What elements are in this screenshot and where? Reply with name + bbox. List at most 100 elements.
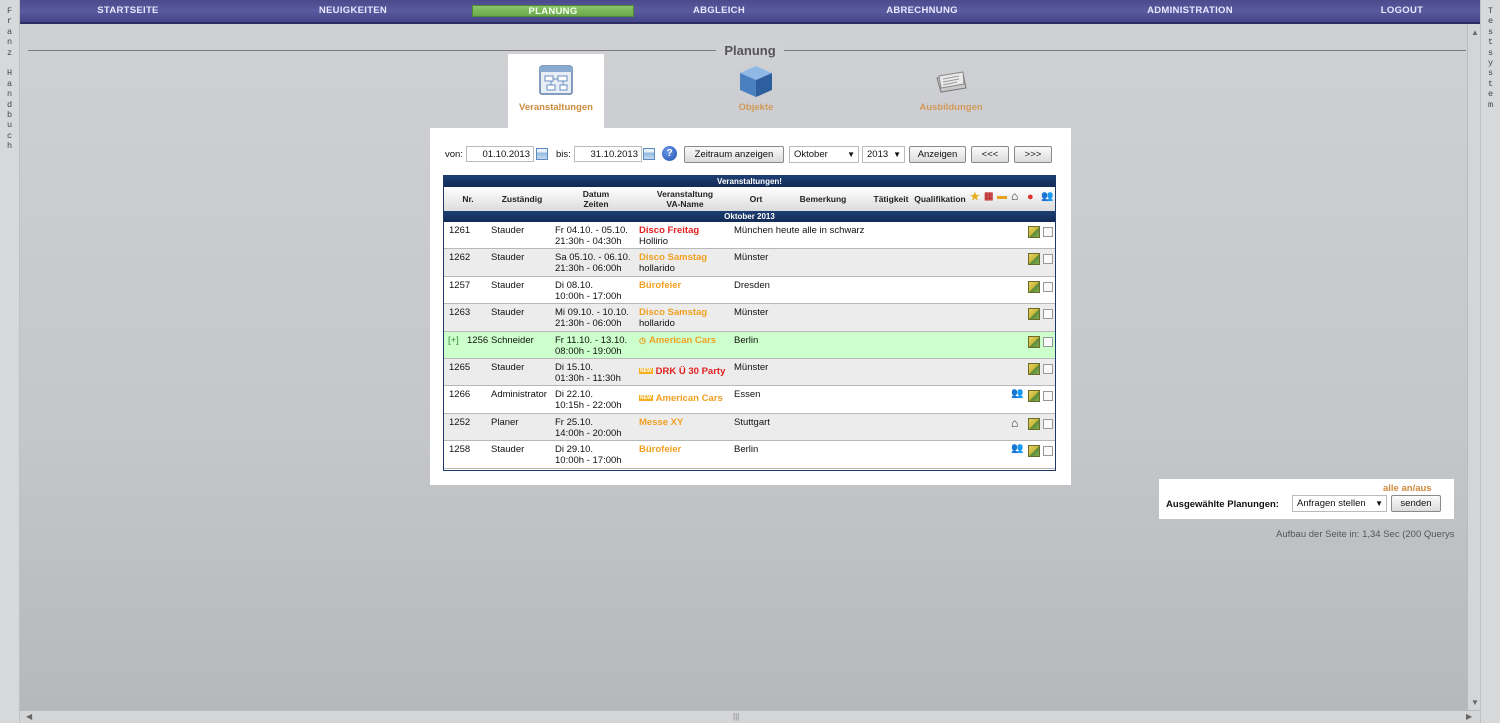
nav-neuigkeiten[interactable]: NEUIGKEITEN bbox=[300, 5, 406, 17]
expand-toggle[interactable]: [+] bbox=[448, 335, 459, 346]
edit-icon[interactable] bbox=[1028, 280, 1040, 293]
row-event-name[interactable]: NEW American Cars bbox=[639, 393, 723, 404]
row-zeiten: 01:30h - 11:30h bbox=[555, 372, 621, 384]
row-ort: Stuttgart bbox=[734, 416, 770, 428]
people-icon[interactable]: 👥 bbox=[1041, 192, 1053, 202]
table-row[interactable]: 1263 Stauder Mi 09.10. - 10.10. 21:30h - 06… bbox=[444, 304, 1055, 332]
table-row[interactable]: 1261 Stauder Fr 04.10. - 05.10. 21:30h - 04… bbox=[444, 222, 1055, 250]
table-row[interactable]: 1258 Stauder Di 29.10. 10:00h - 17:00h Bürof… bbox=[444, 441, 1055, 469]
row-select-checkbox[interactable] bbox=[1043, 391, 1053, 402]
row-event-name[interactable]: NEW DRK Ü 30 Party bbox=[639, 366, 725, 377]
module-ausbildungen[interactable]: Ausbildungen bbox=[903, 54, 999, 128]
scroll-up-icon[interactable]: ▲ bbox=[1471, 28, 1479, 37]
side-letter: a bbox=[6, 26, 13, 37]
row-event-name[interactable]: Disco Freitag bbox=[639, 225, 699, 236]
row-select-checkbox[interactable] bbox=[1043, 227, 1053, 237]
edit-icon[interactable] bbox=[1028, 253, 1040, 266]
nav-abrechnung[interactable]: ABRECHNUNG bbox=[864, 5, 980, 17]
row-select-checkbox[interactable] bbox=[1043, 418, 1053, 429]
calendar-icon[interactable] bbox=[536, 148, 548, 160]
table-row[interactable]: 1257 Stauder Di 08.10. 10:00h - 17:00h Bürof… bbox=[444, 276, 1055, 305]
side-letter: u bbox=[6, 120, 13, 131]
nav-startseite[interactable]: STARTSEITE bbox=[80, 5, 176, 17]
module-label: Ausbildungen bbox=[919, 102, 983, 113]
horizontal-scrollbar[interactable]: ◀ ||| ▶ bbox=[20, 710, 1480, 723]
row-event-name[interactable]: Disco Samstag bbox=[639, 252, 707, 263]
table-row[interactable]: 1252 Planer Fr 25.10. 14:00h - 20:00h Messe … bbox=[444, 413, 1055, 442]
module-veranstaltungen[interactable]: Veranstaltungen bbox=[508, 54, 604, 128]
nav-abgleich[interactable]: ABGLEICH bbox=[671, 5, 767, 17]
people-icon[interactable]: 👥 bbox=[1011, 443, 1023, 454]
row-select-checkbox[interactable] bbox=[1043, 363, 1053, 374]
nav-planung[interactable]: PLANUNG bbox=[472, 5, 634, 17]
row-select-checkbox[interactable] bbox=[1043, 254, 1053, 265]
row-select-checkbox[interactable] bbox=[1043, 281, 1053, 292]
help-icon[interactable]: ? bbox=[662, 146, 677, 161]
von-date-input[interactable]: 01.10.2013 bbox=[466, 146, 534, 162]
month-group-header: Oktober 2013 bbox=[444, 211, 1055, 222]
table-row[interactable]: 1262 Stauder Sa 05.10. - 06.10. 21:30h - 06… bbox=[444, 249, 1055, 277]
star-icon[interactable]: ★ bbox=[970, 192, 980, 203]
vertical-scrollbar[interactable]: ▲ ▼ bbox=[1467, 24, 1480, 710]
row-nr: 1258 bbox=[449, 444, 471, 456]
next-period-button[interactable]: >>> bbox=[1014, 146, 1052, 163]
side-letter: F bbox=[6, 6, 13, 16]
warning-icon[interactable]: ● bbox=[1027, 192, 1034, 203]
table-row[interactable]: 1265 Stauder Di 15.10. 01:30h - 11:30h NEW DR… bbox=[444, 358, 1055, 387]
new-badge-icon[interactable]: ▬ bbox=[997, 192, 1007, 202]
edit-icon[interactable] bbox=[1028, 362, 1040, 375]
house-icon[interactable]: ⌂ bbox=[1011, 190, 1018, 202]
previous-period-button[interactable]: <<< bbox=[971, 146, 1009, 163]
row-event-name[interactable]: Messe XY bbox=[639, 417, 683, 428]
row-zustaendig: Stauder bbox=[491, 225, 525, 236]
module-objekte[interactable]: Objekte bbox=[708, 54, 804, 128]
edit-icon[interactable] bbox=[1028, 390, 1040, 403]
calendar-icon[interactable]: ▦ bbox=[984, 192, 993, 202]
side-letter: s bbox=[1487, 68, 1494, 79]
side-strip-right: Testsystem bbox=[1480, 0, 1500, 723]
send-button[interactable]: senden bbox=[1391, 495, 1441, 512]
bulk-action-select[interactable]: Anfragen stellen ▼ bbox=[1292, 495, 1387, 512]
nav-logout[interactable]: LOGOUT bbox=[1366, 5, 1438, 17]
row-nr: 1266 bbox=[449, 389, 471, 401]
edit-icon[interactable] bbox=[1028, 226, 1040, 238]
bis-date-input[interactable]: 31.10.2013 bbox=[574, 146, 642, 162]
table-header: Nr. Zuständig Datum Zeiten Veranstaltung… bbox=[444, 187, 1055, 211]
edit-icon[interactable] bbox=[1028, 417, 1040, 430]
row-nr: 1265 bbox=[449, 361, 471, 373]
people-icon[interactable]: 👥 bbox=[1011, 388, 1023, 399]
side-letter: n bbox=[6, 89, 13, 100]
table-row[interactable]: [+] 1256 Schneider Fr 11.10. - 13.10. 08:00h… bbox=[444, 331, 1055, 359]
row-va-name: hollarido bbox=[639, 263, 675, 275]
row-event-name[interactable]: Disco Samstag bbox=[639, 307, 707, 318]
month-select[interactable]: Oktober ▼ bbox=[789, 146, 859, 163]
row-ort: Essen bbox=[734, 389, 761, 401]
row-select-checkbox[interactable] bbox=[1043, 309, 1053, 320]
row-zeiten: 14:00h - 20:00h bbox=[555, 427, 622, 439]
row-ort: Münster bbox=[734, 361, 769, 373]
edit-icon[interactable] bbox=[1028, 335, 1040, 348]
scroll-down-icon[interactable]: ▼ bbox=[1471, 698, 1479, 707]
row-select-checkbox[interactable] bbox=[1043, 336, 1053, 347]
row-event-name-text: American Cars bbox=[648, 334, 717, 346]
scroll-right-icon[interactable]: ▶ bbox=[1466, 712, 1472, 721]
edit-icon[interactable] bbox=[1028, 308, 1040, 321]
header-datum: Datum bbox=[582, 189, 610, 199]
edit-icon[interactable] bbox=[1028, 445, 1040, 458]
row-event-name[interactable]: Bürofeier bbox=[639, 444, 681, 455]
scroll-grip-icon: ||| bbox=[733, 712, 740, 721]
row-datum: Fr 25.10. bbox=[555, 416, 594, 428]
row-zeiten: 08:00h - 19:00h bbox=[555, 345, 622, 357]
row-event-name[interactable]: Bürofeier bbox=[639, 280, 681, 291]
table-row[interactable]: 1266 Administrator Di 22.10. 10:15h - 22:00… bbox=[444, 386, 1055, 414]
year-select[interactable]: 2013 ▼ bbox=[862, 146, 905, 163]
row-event-name[interactable]: ◷ American Cars bbox=[639, 335, 716, 346]
toggle-all-link[interactable]: alle an/aus bbox=[1383, 483, 1432, 494]
zeitraum-anzeigen-button[interactable]: Zeitraum anzeigen bbox=[684, 146, 784, 163]
calendar-icon[interactable] bbox=[643, 148, 655, 160]
nav-administration[interactable]: ADMINISTRATION bbox=[1130, 5, 1250, 17]
scroll-left-icon[interactable]: ◀ bbox=[26, 712, 32, 721]
row-select-checkbox[interactable] bbox=[1043, 446, 1053, 457]
house-icon[interactable]: ⌂ bbox=[1011, 416, 1018, 430]
anzeigen-button[interactable]: Anzeigen bbox=[909, 146, 966, 163]
